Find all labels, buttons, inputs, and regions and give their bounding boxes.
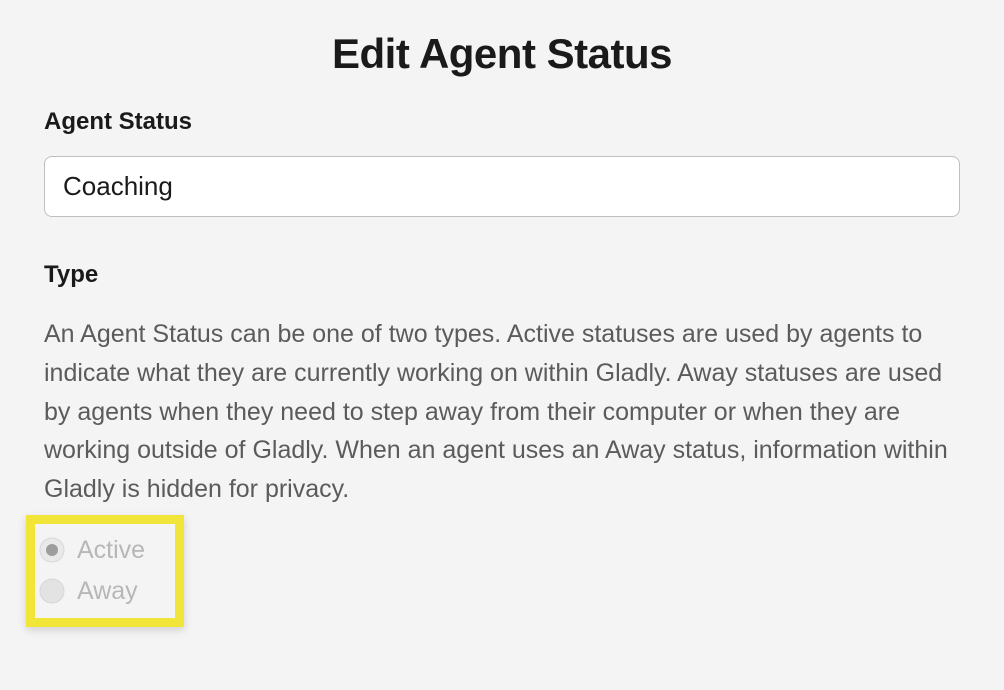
type-radio-group: Active Away	[26, 515, 184, 627]
page-title: Edit Agent Status	[44, 30, 960, 78]
agent-status-section: Agent Status	[44, 108, 960, 217]
agent-status-label: Agent Status	[44, 108, 960, 136]
radio-label: Active	[77, 536, 145, 565]
radio-option-active[interactable]: Active	[39, 530, 145, 571]
radio-selected-icon	[39, 537, 65, 563]
radio-option-away[interactable]: Away	[39, 571, 145, 612]
radio-unselected-icon	[39, 578, 65, 604]
type-label: Type	[44, 261, 960, 289]
radio-label: Away	[77, 577, 138, 606]
agent-status-input[interactable]	[44, 156, 960, 217]
type-description: An Agent Status can be one of two types.…	[44, 315, 960, 509]
type-section: Type An Agent Status can be one of two t…	[44, 261, 960, 627]
